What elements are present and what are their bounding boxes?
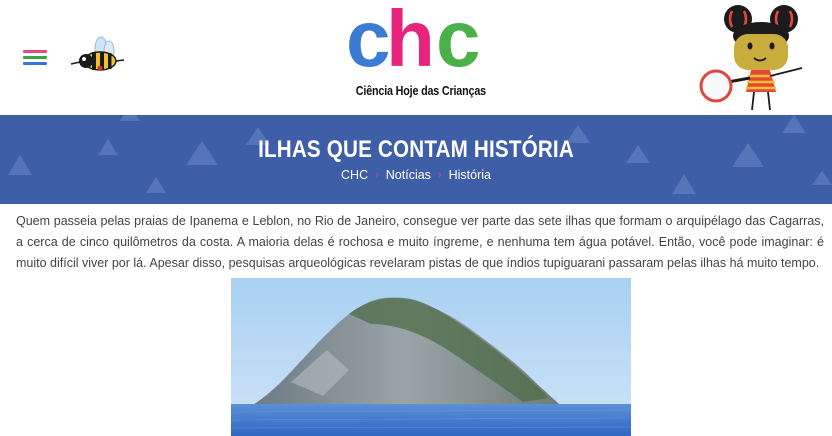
page-title: ILHAS QUE CONTAM HISTÓRIA xyxy=(258,136,574,163)
chc-logo-letters: c h c xyxy=(346,0,481,80)
breadcrumb-historia[interactable]: História xyxy=(449,168,491,182)
menu-line xyxy=(23,56,47,59)
breadcrumb-noticias[interactable]: Notícias xyxy=(386,168,431,182)
logo-letter-c2: c xyxy=(436,0,481,80)
hamburger-icon[interactable] xyxy=(23,50,47,66)
menu-line xyxy=(23,50,47,53)
site-header: c h c Ciência Hoje das Crianças xyxy=(0,0,832,115)
menu-line xyxy=(23,62,47,65)
logo-letter-c: c xyxy=(346,0,391,80)
logo-caption: Ciência Hoje das Crianças xyxy=(355,84,486,98)
chc-logo[interactable]: c h c Ciência Hoje das Crianças xyxy=(340,0,490,102)
girl-mascot-icon xyxy=(699,5,803,111)
bee-icon[interactable] xyxy=(70,36,126,82)
breadcrumb-separator-icon: › xyxy=(437,169,442,181)
breadcrumb-chc[interactable]: CHC xyxy=(341,168,368,182)
logo-letter-h: h xyxy=(386,0,435,80)
island-photo xyxy=(231,278,631,436)
article-paragraph: Quem passeia pelas praias de Ipanema e L… xyxy=(16,214,824,270)
breadcrumb-separator-icon: › xyxy=(375,169,379,181)
breadcrumb: CHC › Notícias › História xyxy=(0,168,832,182)
page-title-banner: ILHAS QUE CONTAM HISTÓRIA CHC › Notícias › H… xyxy=(0,115,832,204)
